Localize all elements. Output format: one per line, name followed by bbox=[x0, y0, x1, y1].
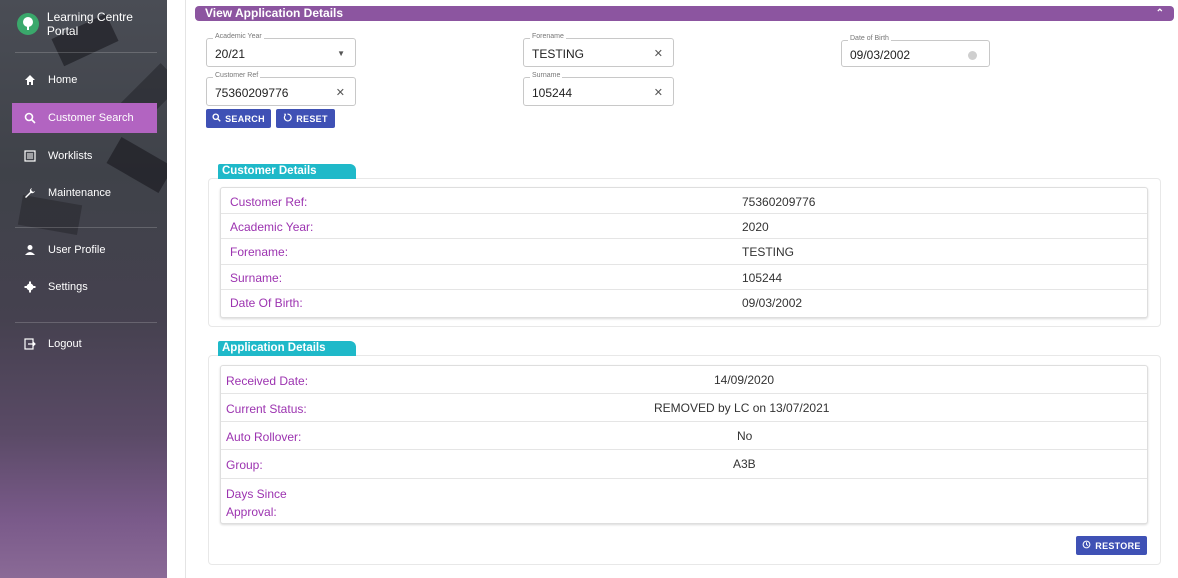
field-value: 20/21 bbox=[215, 47, 246, 61]
restore-button-label: RESTORE bbox=[1095, 540, 1141, 551]
field-label: Customer Ref bbox=[213, 72, 261, 79]
sidebar-item-label: Home bbox=[48, 74, 78, 86]
clear-icon[interactable] bbox=[968, 51, 977, 60]
date-of-birth-field[interactable]: Date of Birth 09/03/2002 bbox=[841, 35, 990, 67]
surname-field[interactable]: Surname 105244 ✕ bbox=[523, 72, 674, 106]
gear-icon bbox=[24, 281, 36, 293]
row-label: Days Since Approval: bbox=[226, 487, 287, 519]
reset-button-label: RESET bbox=[296, 113, 328, 124]
nav-divider bbox=[15, 52, 157, 53]
person-icon bbox=[24, 244, 36, 256]
row-value: TESTING bbox=[742, 245, 795, 259]
row-value: 2020 bbox=[742, 220, 769, 234]
customer-details-table: Customer Ref: 75360209776 Academic Year:… bbox=[220, 187, 1148, 318]
home-icon bbox=[24, 74, 36, 86]
sidebar-item-worklists[interactable]: Worklists bbox=[12, 141, 157, 171]
sidebar-item-label: Customer Search bbox=[48, 112, 134, 124]
table-row: Days Since Approval: bbox=[221, 479, 1147, 523]
sidebar-item-home[interactable]: Home bbox=[12, 65, 157, 95]
wrench-icon bbox=[24, 187, 36, 199]
row-label: Current Status: bbox=[226, 402, 307, 416]
clear-icon[interactable]: ✕ bbox=[654, 47, 663, 60]
sidebar-item-settings[interactable]: Settings bbox=[12, 272, 157, 302]
table-row: Customer Ref: 75360209776 bbox=[221, 188, 1147, 214]
nav-divider bbox=[15, 227, 157, 228]
sidebar-item-label: Logout bbox=[48, 338, 82, 350]
sidebar: Learning Centre Portal Home Customer Sea… bbox=[0, 0, 167, 578]
table-row: Surname: 105244 bbox=[221, 265, 1147, 290]
row-label: Academic Year: bbox=[230, 220, 314, 234]
field-label: Academic Year bbox=[213, 33, 264, 40]
customer-details-title: Customer Details bbox=[218, 164, 356, 179]
customer-ref-field[interactable]: Customer Ref 75360209776 ✕ bbox=[206, 72, 356, 106]
academic-year-select[interactable]: Academic Year 20/21 ▼ bbox=[206, 33, 356, 67]
field-value: 09/03/2002 bbox=[850, 48, 911, 62]
table-row: Received Date: 14/09/2020 bbox=[221, 366, 1147, 394]
sidebar-item-label: User Profile bbox=[48, 244, 106, 256]
main-content: View Application Details ⌃ Academic Year… bbox=[185, 0, 1178, 578]
sidebar-item-logout[interactable]: Logout bbox=[12, 329, 157, 359]
table-row: Forename: TESTING bbox=[221, 239, 1147, 265]
sidebar-item-maintenance[interactable]: Maintenance bbox=[12, 178, 157, 208]
sidebar-item-customer-search[interactable]: Customer Search bbox=[12, 103, 157, 133]
table-row: Academic Year: 2020 bbox=[221, 214, 1147, 239]
history-icon bbox=[1082, 540, 1091, 551]
row-value: A3B bbox=[733, 457, 756, 471]
row-label: Forename: bbox=[230, 245, 289, 259]
table-row: Date Of Birth: 09/03/2002 bbox=[221, 290, 1147, 317]
dropdown-arrow-icon[interactable]: ▼ bbox=[337, 49, 345, 58]
row-label: Auto Rollover: bbox=[226, 430, 302, 444]
table-row: Auto Rollover: No bbox=[221, 422, 1147, 450]
application-details-title: Application Details bbox=[218, 341, 356, 356]
brand-title: Learning Centre Portal bbox=[46, 10, 133, 38]
clear-icon[interactable]: ✕ bbox=[336, 86, 345, 99]
row-label: Customer Ref: bbox=[230, 195, 308, 209]
search-icon bbox=[24, 112, 36, 124]
page-title: View Application Details bbox=[205, 6, 344, 20]
nav-divider bbox=[15, 322, 157, 323]
row-value: No bbox=[737, 429, 753, 443]
search-button-label: SEARCH bbox=[225, 113, 265, 124]
sidebar-item-label: Maintenance bbox=[48, 187, 111, 199]
row-value: 09/03/2002 bbox=[742, 296, 803, 310]
row-label: Group: bbox=[226, 458, 263, 472]
row-label: Date Of Birth: bbox=[230, 296, 303, 310]
row-value: 105244 bbox=[742, 271, 783, 285]
app-root: Learning Centre Portal Home Customer Sea… bbox=[0, 0, 1178, 578]
application-details-table: Received Date: 14/09/2020 Current Status… bbox=[220, 365, 1148, 524]
chevron-up-icon[interactable]: ⌃ bbox=[1156, 6, 1164, 21]
row-label: Surname: bbox=[230, 271, 283, 285]
restore-button[interactable]: RESTORE bbox=[1076, 536, 1147, 555]
field-value: TESTING bbox=[532, 47, 585, 61]
sidebar-item-label: Settings bbox=[48, 281, 88, 293]
panel-header[interactable]: View Application Details ⌃ bbox=[195, 6, 1174, 21]
logout-icon bbox=[24, 338, 36, 350]
row-value: 14/09/2020 bbox=[714, 373, 775, 387]
field-label: Surname bbox=[530, 72, 563, 79]
search-icon bbox=[212, 113, 221, 124]
search-button[interactable]: SEARCH bbox=[206, 109, 271, 128]
field-label: Date of Birth bbox=[848, 35, 891, 42]
row-value: REMOVED by LC on 13/07/2021 bbox=[654, 401, 830, 415]
list-icon bbox=[24, 150, 36, 162]
sidebar-item-user-profile[interactable]: User Profile bbox=[12, 235, 157, 265]
tree-logo-icon bbox=[17, 13, 39, 35]
field-label: Forename bbox=[530, 33, 566, 40]
table-row: Group: A3B bbox=[221, 450, 1147, 479]
sidebar-item-label: Worklists bbox=[48, 150, 93, 162]
reset-icon bbox=[283, 113, 292, 124]
field-value: 75360209776 bbox=[215, 86, 289, 100]
clear-icon[interactable]: ✕ bbox=[654, 86, 663, 99]
brand[interactable]: Learning Centre Portal bbox=[17, 10, 167, 38]
row-value: 75360209776 bbox=[742, 195, 816, 209]
table-row: Current Status: REMOVED by LC on 13/07/2… bbox=[221, 394, 1147, 422]
reset-button[interactable]: RESET bbox=[276, 109, 335, 128]
forename-field[interactable]: Forename TESTING ✕ bbox=[523, 33, 674, 67]
row-label: Received Date: bbox=[226, 374, 309, 388]
field-value: 105244 bbox=[532, 86, 573, 100]
